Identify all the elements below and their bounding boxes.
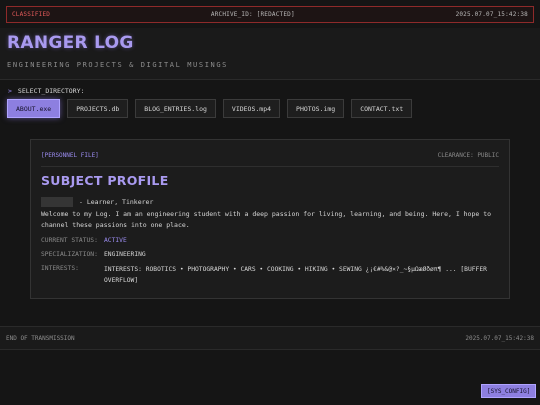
personnel-file-panel: [PERSONNEL FILE] CLEARANCE: PUBLIC SUBJE… xyxy=(30,139,510,299)
specialization-value: ENGINEERING xyxy=(104,251,146,258)
site-header: RANGER LOG ENGINEERING PROJECTS & DIGITA… xyxy=(0,28,540,80)
nav-blog-button[interactable]: BLOG_ENTRIES.log xyxy=(135,99,216,118)
directory-nav: ABOUT.exe PROJECTS.db BLOG_ENTRIES.log V… xyxy=(7,99,413,118)
footer-timestamp: 2025.07.07_15:42:38 xyxy=(465,334,534,342)
nav-videos-button[interactable]: VIDEOS.mp4 xyxy=(222,99,281,118)
specialization-row: SPECIALIZATION: ENGINEERING xyxy=(41,251,146,258)
panel-header: [PERSONNEL FILE] CLEARANCE: PUBLIC xyxy=(41,152,499,159)
classification-banner: CLASSIFIED ARCHIVE_ID: [REDACTED] 2025.0… xyxy=(6,6,534,23)
site-subtitle: ENGINEERING PROJECTS & DIGITAL MUSINGS xyxy=(7,61,228,69)
interests-value: INTERESTS: ROBOTICS • PHOTOGRAPHY • CARS… xyxy=(104,266,487,284)
nav-about-button[interactable]: ABOUT.exe xyxy=(7,99,61,118)
redacted-name-block xyxy=(41,197,73,207)
profile-title: SUBJECT PROFILE xyxy=(41,173,169,188)
specialization-label: SPECIALIZATION: xyxy=(41,251,98,258)
interests-row: INTERESTS: INTERESTS: ROBOTICS • PHOTOGR… xyxy=(41,265,494,286)
status-label: CURRENT STATUS: xyxy=(41,237,98,244)
nav-projects-button[interactable]: PROJECTS.db xyxy=(67,99,129,118)
subject-roles: - Learner, Tinkerer xyxy=(79,198,154,206)
sys-config-button[interactable]: [SYS_CONFIG] xyxy=(481,384,537,398)
nav-contact-button[interactable]: CONTACT.txt xyxy=(351,99,413,118)
archive-id: ARCHIVE_ID: [REDACTED] xyxy=(210,11,295,18)
classified-label: CLASSIFIED xyxy=(12,11,51,18)
transmission-footer: END OF TRANSMISSION 2025.07.07_15:42:38 xyxy=(0,326,540,350)
nav-photos-button[interactable]: PHOTOS.img xyxy=(287,99,345,118)
panel-divider xyxy=(41,166,499,167)
subject-identity: - Learner, Tinkerer xyxy=(41,197,153,207)
banner-timestamp: 2025.07.07_15:42:38 xyxy=(455,11,528,18)
directory-prompt-label: SELECT_DIRECTORY: xyxy=(17,87,85,95)
clearance-label: CLEARANCE: PUBLIC xyxy=(437,152,499,159)
directory-prompt: > SELECT_DIRECTORY: xyxy=(8,87,84,95)
site-logo[interactable]: RANGER LOG xyxy=(7,33,134,53)
subject-bio: Welcome to my Log. I am an engineering s… xyxy=(41,210,492,229)
personnel-file-tag: [PERSONNEL FILE] xyxy=(41,152,99,159)
status-row: CURRENT STATUS: ACTIVE xyxy=(41,237,127,244)
footer-end-label: END OF TRANSMISSION xyxy=(6,334,75,342)
prompt-caret-icon: > xyxy=(8,87,12,95)
status-value: ACTIVE xyxy=(104,237,127,244)
interests-label: INTERESTS: xyxy=(41,265,79,272)
